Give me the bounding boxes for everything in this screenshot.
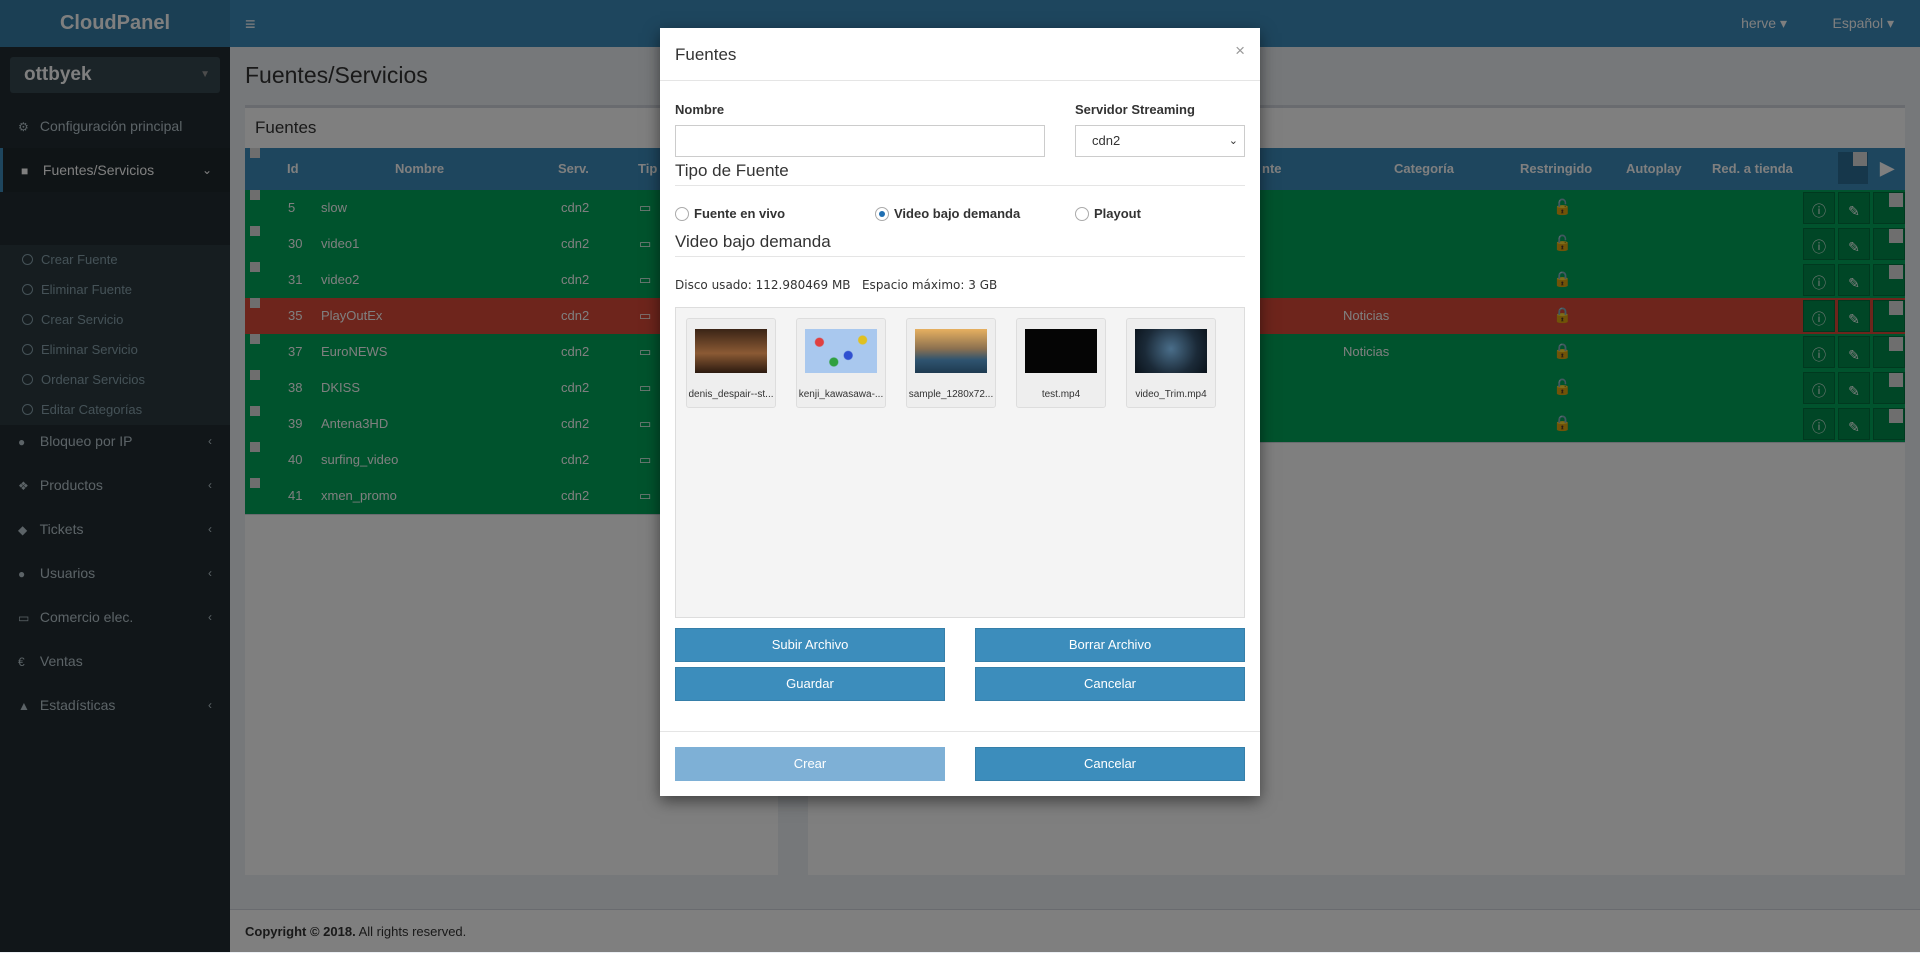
cancel-button[interactable]: Cancelar [975,747,1245,781]
cancel-inner-button[interactable]: Cancelar [975,667,1245,701]
modal-title: Fuentes [675,45,737,64]
radio-button-selected[interactable] [875,207,889,221]
name-label: Nombre [675,102,725,117]
radio-playout-label: Playout [1094,206,1141,221]
video-thumbnail [915,329,987,373]
server-select-value: cdn2 [1092,133,1121,148]
radio-live[interactable]: Fuente en vivo [675,206,785,221]
radio-button[interactable] [1075,207,1089,221]
create-button[interactable]: Crear [675,747,945,781]
vod-title: Video bajo demanda [675,232,1245,257]
file-browser: denis_despair--st... kenji_kawasawa-... … [675,307,1245,618]
file-item[interactable]: sample_1280x72... [906,318,996,408]
video-thumbnail [1025,329,1097,373]
video-thumbnail [695,329,767,373]
video-thumbnail [1135,329,1207,373]
modal-header-divider [660,80,1260,81]
radio-vod[interactable]: Video bajo demanda [875,206,1020,221]
modal-footer-divider [660,731,1260,732]
disk-usage-text: Disco usado: 112.980469 MB Espacio máxim… [675,278,998,292]
name-input[interactable] [675,125,1045,157]
file-name: denis_despair--st... [688,389,774,400]
sources-modal: Fuentes × Nombre Servidor Streaming cdn2… [660,28,1260,796]
server-select[interactable]: cdn2 ⌄ [1075,125,1245,157]
file-item[interactable]: kenji_kawasawa-... [796,318,886,408]
file-name: sample_1280x72... [908,389,994,400]
server-label: Servidor Streaming [1075,102,1195,117]
radio-button[interactable] [675,207,689,221]
radio-live-label: Fuente en vivo [694,206,786,221]
file-name: test.mp4 [1041,389,1081,400]
file-item[interactable]: video_Trim.mp4 [1126,318,1216,408]
video-thumbnail [805,329,877,373]
file-name: kenji_kawasawa-... [798,389,884,400]
radio-playout[interactable]: Playout [1075,206,1141,221]
file-item[interactable]: test.mp4 [1016,318,1106,408]
file-name: video_Trim.mp4 [1135,389,1207,400]
close-icon[interactable]: × [1235,41,1245,61]
radio-vod-label: Video bajo demanda [894,206,1021,221]
chevron-down-icon: ⌄ [1228,135,1238,147]
source-type-title: Tipo de Fuente [675,161,1245,186]
save-button[interactable]: Guardar [675,667,945,701]
upload-file-button[interactable]: Subir Archivo [675,628,945,662]
delete-file-button[interactable]: Borrar Archivo [975,628,1245,662]
file-item[interactable]: denis_despair--st... [686,318,776,408]
